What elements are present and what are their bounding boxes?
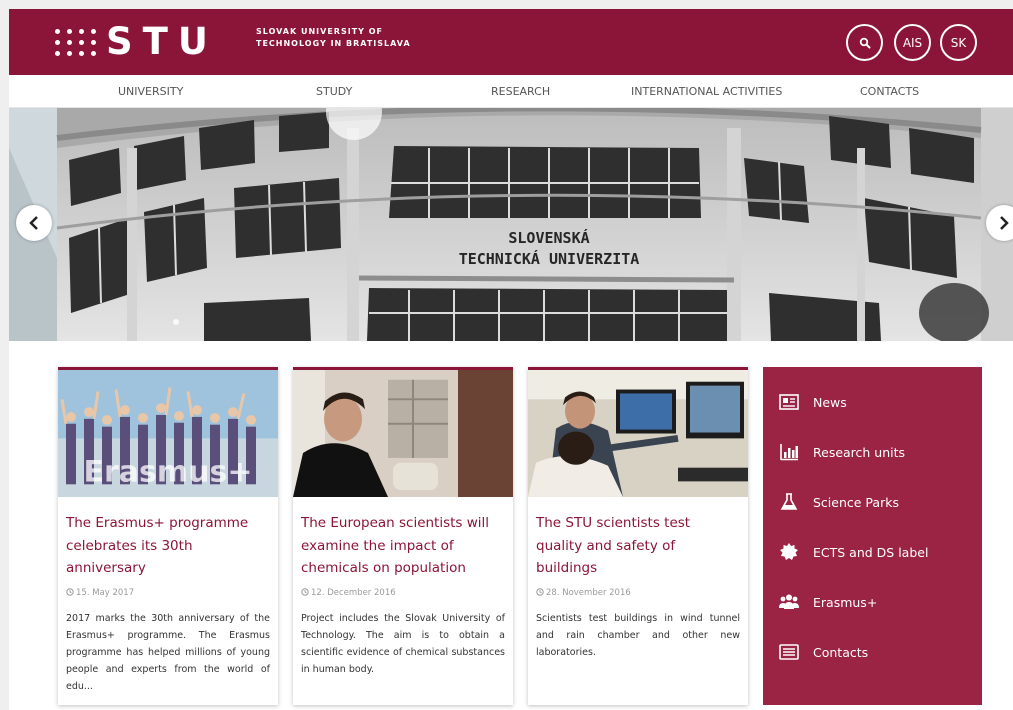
quick-links-panel: News Research units Science Parks ECTS a…: [763, 367, 982, 705]
university-name-line1: SLOVAK UNIVERSITY OF: [256, 27, 384, 36]
clock-icon: [301, 587, 309, 596]
slider-prev-button[interactable]: [16, 205, 52, 241]
clock-icon: [66, 587, 74, 596]
nav-item-study[interactable]: STUDY: [316, 85, 352, 98]
address-card-icon: [779, 644, 799, 660]
news-title[interactable]: The Erasmus+ programme celebrates its 30…: [66, 512, 270, 580]
bar-chart-icon: [780, 444, 798, 461]
news-image-laboratory: [293, 367, 513, 497]
hero-image: SLOVENSKÁ TECHNICKÁ UNIVERZITA: [9, 108, 1013, 341]
site-header: STU SLOVAK UNIVERSITY OF TECHNOLOGY IN B…: [9, 9, 1013, 75]
hero-sign-line2: TECHNICKÁ UNIVERZITA: [459, 249, 640, 268]
news-date: 12. December 2016: [301, 588, 505, 598]
nav-item-contacts[interactable]: CONTACTS: [860, 85, 919, 98]
university-name: SLOVAK UNIVERSITY OF TECHNOLOGY IN BRATI…: [256, 26, 456, 50]
flask-icon: [780, 493, 798, 510]
ais-button[interactable]: AIS: [894, 24, 931, 61]
news-title[interactable]: The STU scientists test quality and safe…: [536, 512, 740, 580]
clock-icon: [536, 587, 544, 596]
quick-link-contacts[interactable]: Contacts: [779, 642, 868, 662]
quick-link-label: News: [813, 394, 847, 410]
news-card[interactable]: Erasmus+ The Erasmus+ programme celebrat…: [58, 367, 278, 705]
stu-logo[interactable]: STU: [55, 23, 218, 61]
page: STU SLOVAK UNIVERSITY OF TECHNOLOGY IN B…: [9, 9, 1013, 710]
nav-item-university[interactable]: UNIVERSITY: [118, 85, 183, 98]
news-image-erasmus: Erasmus+: [58, 367, 278, 497]
quick-link-label: Contacts: [813, 644, 869, 660]
news-date-text: 28. November 2016: [546, 587, 631, 598]
badge-icon: [780, 543, 798, 560]
hero-sign-line1: SLOVENSKÁ: [508, 228, 589, 247]
nav-item-research[interactable]: RESEARCH: [491, 85, 550, 98]
quick-link-science-parks[interactable]: Science Parks: [779, 492, 899, 512]
quick-link-research-units[interactable]: Research units: [779, 442, 905, 462]
news-date: 15. May 2017: [66, 588, 270, 598]
nav-item-international-activities[interactable]: INTERNATIONAL ACTIVITIES: [631, 85, 782, 98]
erasmus-image-text: Erasmus+: [84, 454, 253, 489]
news-excerpt: Project includes the Slovak University o…: [301, 612, 505, 675]
news-card[interactable]: The STU scientists test quality and safe…: [528, 367, 748, 705]
hero-slider: SLOVENSKÁ TECHNICKÁ UNIVERZITA: [9, 108, 1013, 341]
newspaper-icon: [779, 394, 799, 410]
news-excerpt: Scientists test buildings in wind tunnel…: [536, 612, 740, 658]
news-image-scientists: [528, 367, 748, 497]
news-card[interactable]: The European scientists will examine the…: [293, 367, 513, 705]
search-icon: [859, 37, 870, 48]
quick-link-label: Erasmus+: [813, 594, 878, 610]
news-excerpt: 2017 marks the 30th anniversary of the E…: [66, 612, 270, 692]
quick-link-label: Science Parks: [813, 494, 899, 510]
main-nav: UNIVERSITY STUDY RESEARCH INTERNATIONAL …: [9, 75, 1013, 108]
search-button[interactable]: [846, 24, 883, 61]
chevron-left-icon: [29, 216, 38, 230]
quick-link-news[interactable]: News: [779, 392, 847, 412]
quick-link-erasmus[interactable]: Erasmus+: [779, 592, 877, 612]
news-date-text: 15. May 2017: [76, 587, 135, 598]
users-icon: [779, 594, 799, 609]
logo-text: STU: [106, 20, 218, 63]
chevron-right-icon: [1000, 216, 1009, 230]
university-name-line2: TECHNOLOGY IN BRATISLAVA: [256, 39, 411, 48]
language-sk-button[interactable]: SK: [940, 24, 977, 61]
news-date-text: 12. December 2016: [311, 587, 396, 598]
news-title[interactable]: The European scientists will examine the…: [301, 512, 505, 580]
quick-link-label: ECTS and DS label: [813, 544, 929, 560]
quick-link-label: Research units: [813, 444, 906, 460]
news-date: 28. November 2016: [536, 588, 740, 598]
quick-link-ects-ds-label[interactable]: ECTS and DS label: [779, 542, 928, 562]
logo-dots-icon: [55, 28, 96, 56]
